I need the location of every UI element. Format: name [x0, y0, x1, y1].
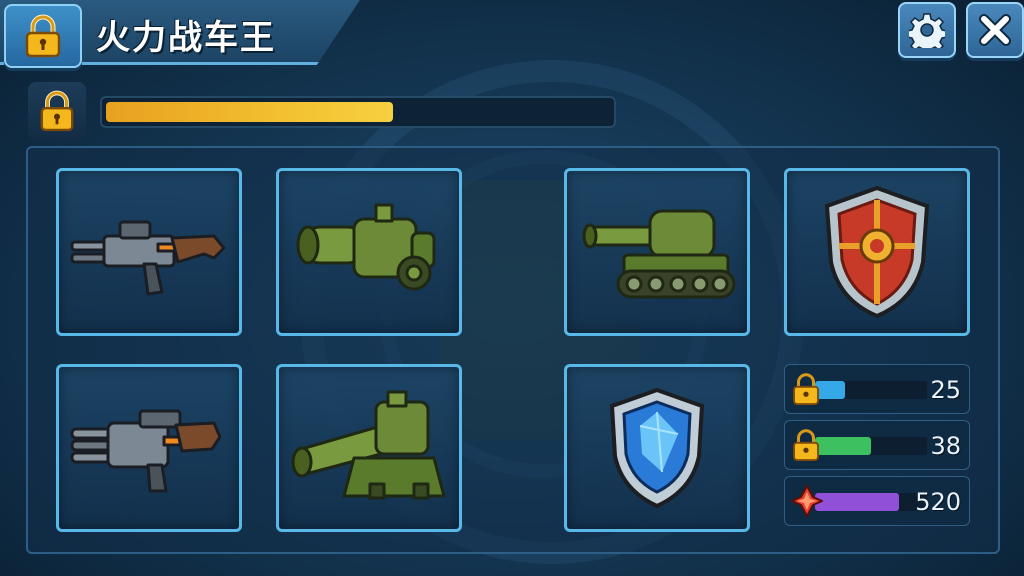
stat-row-3: 520 [784, 476, 970, 526]
progress-fill [106, 102, 394, 122]
unlock-progress-bar [100, 96, 616, 128]
lock-icon [40, 90, 74, 132]
stat-bar-fill [815, 437, 871, 455]
progress-lock-badge [28, 82, 86, 140]
slot-assault-rifle[interactable] [56, 168, 242, 336]
slot-blue-shield[interactable] [564, 364, 750, 532]
gear-icon [909, 13, 945, 48]
slot-artillery-cannon[interactable] [276, 364, 462, 532]
red-shield-icon [824, 185, 930, 319]
stat-bar-track [815, 381, 927, 399]
green-tank-icon [582, 209, 736, 299]
artillery-cannon-icon [291, 390, 446, 500]
stat-value: 520 [915, 488, 961, 516]
game-title: 火力战车王 [96, 18, 276, 58]
green-cannon-icon [296, 203, 436, 291]
lock-icon [793, 373, 819, 405]
gatling-gun-icon [70, 409, 222, 493]
slot-green-tank[interactable] [564, 168, 750, 336]
stat-row-2: 38 [784, 420, 970, 470]
stat-value: 38 [930, 432, 961, 460]
stat-bar-track [815, 493, 927, 511]
close-icon [979, 14, 1011, 46]
slot-red-shield[interactable] [784, 168, 970, 336]
slot-gatling-gun[interactable] [56, 364, 242, 532]
header-lock-button[interactable] [4, 4, 82, 68]
stat-bar-track [815, 437, 927, 455]
lock-icon [25, 14, 61, 58]
stat-value: 25 [930, 376, 961, 404]
header-bar: 火力战车王 [0, 0, 360, 68]
gem-icon [791, 484, 823, 518]
close-button[interactable] [966, 2, 1024, 58]
assault-rifle-icon [70, 220, 226, 296]
blue-shield-icon [609, 387, 705, 509]
settings-button[interactable] [898, 2, 956, 58]
slot-green-cannon[interactable] [276, 168, 462, 336]
lock-icon [793, 429, 819, 461]
stat-row-1: 25 [784, 364, 970, 414]
stat-bar-fill [815, 493, 899, 511]
